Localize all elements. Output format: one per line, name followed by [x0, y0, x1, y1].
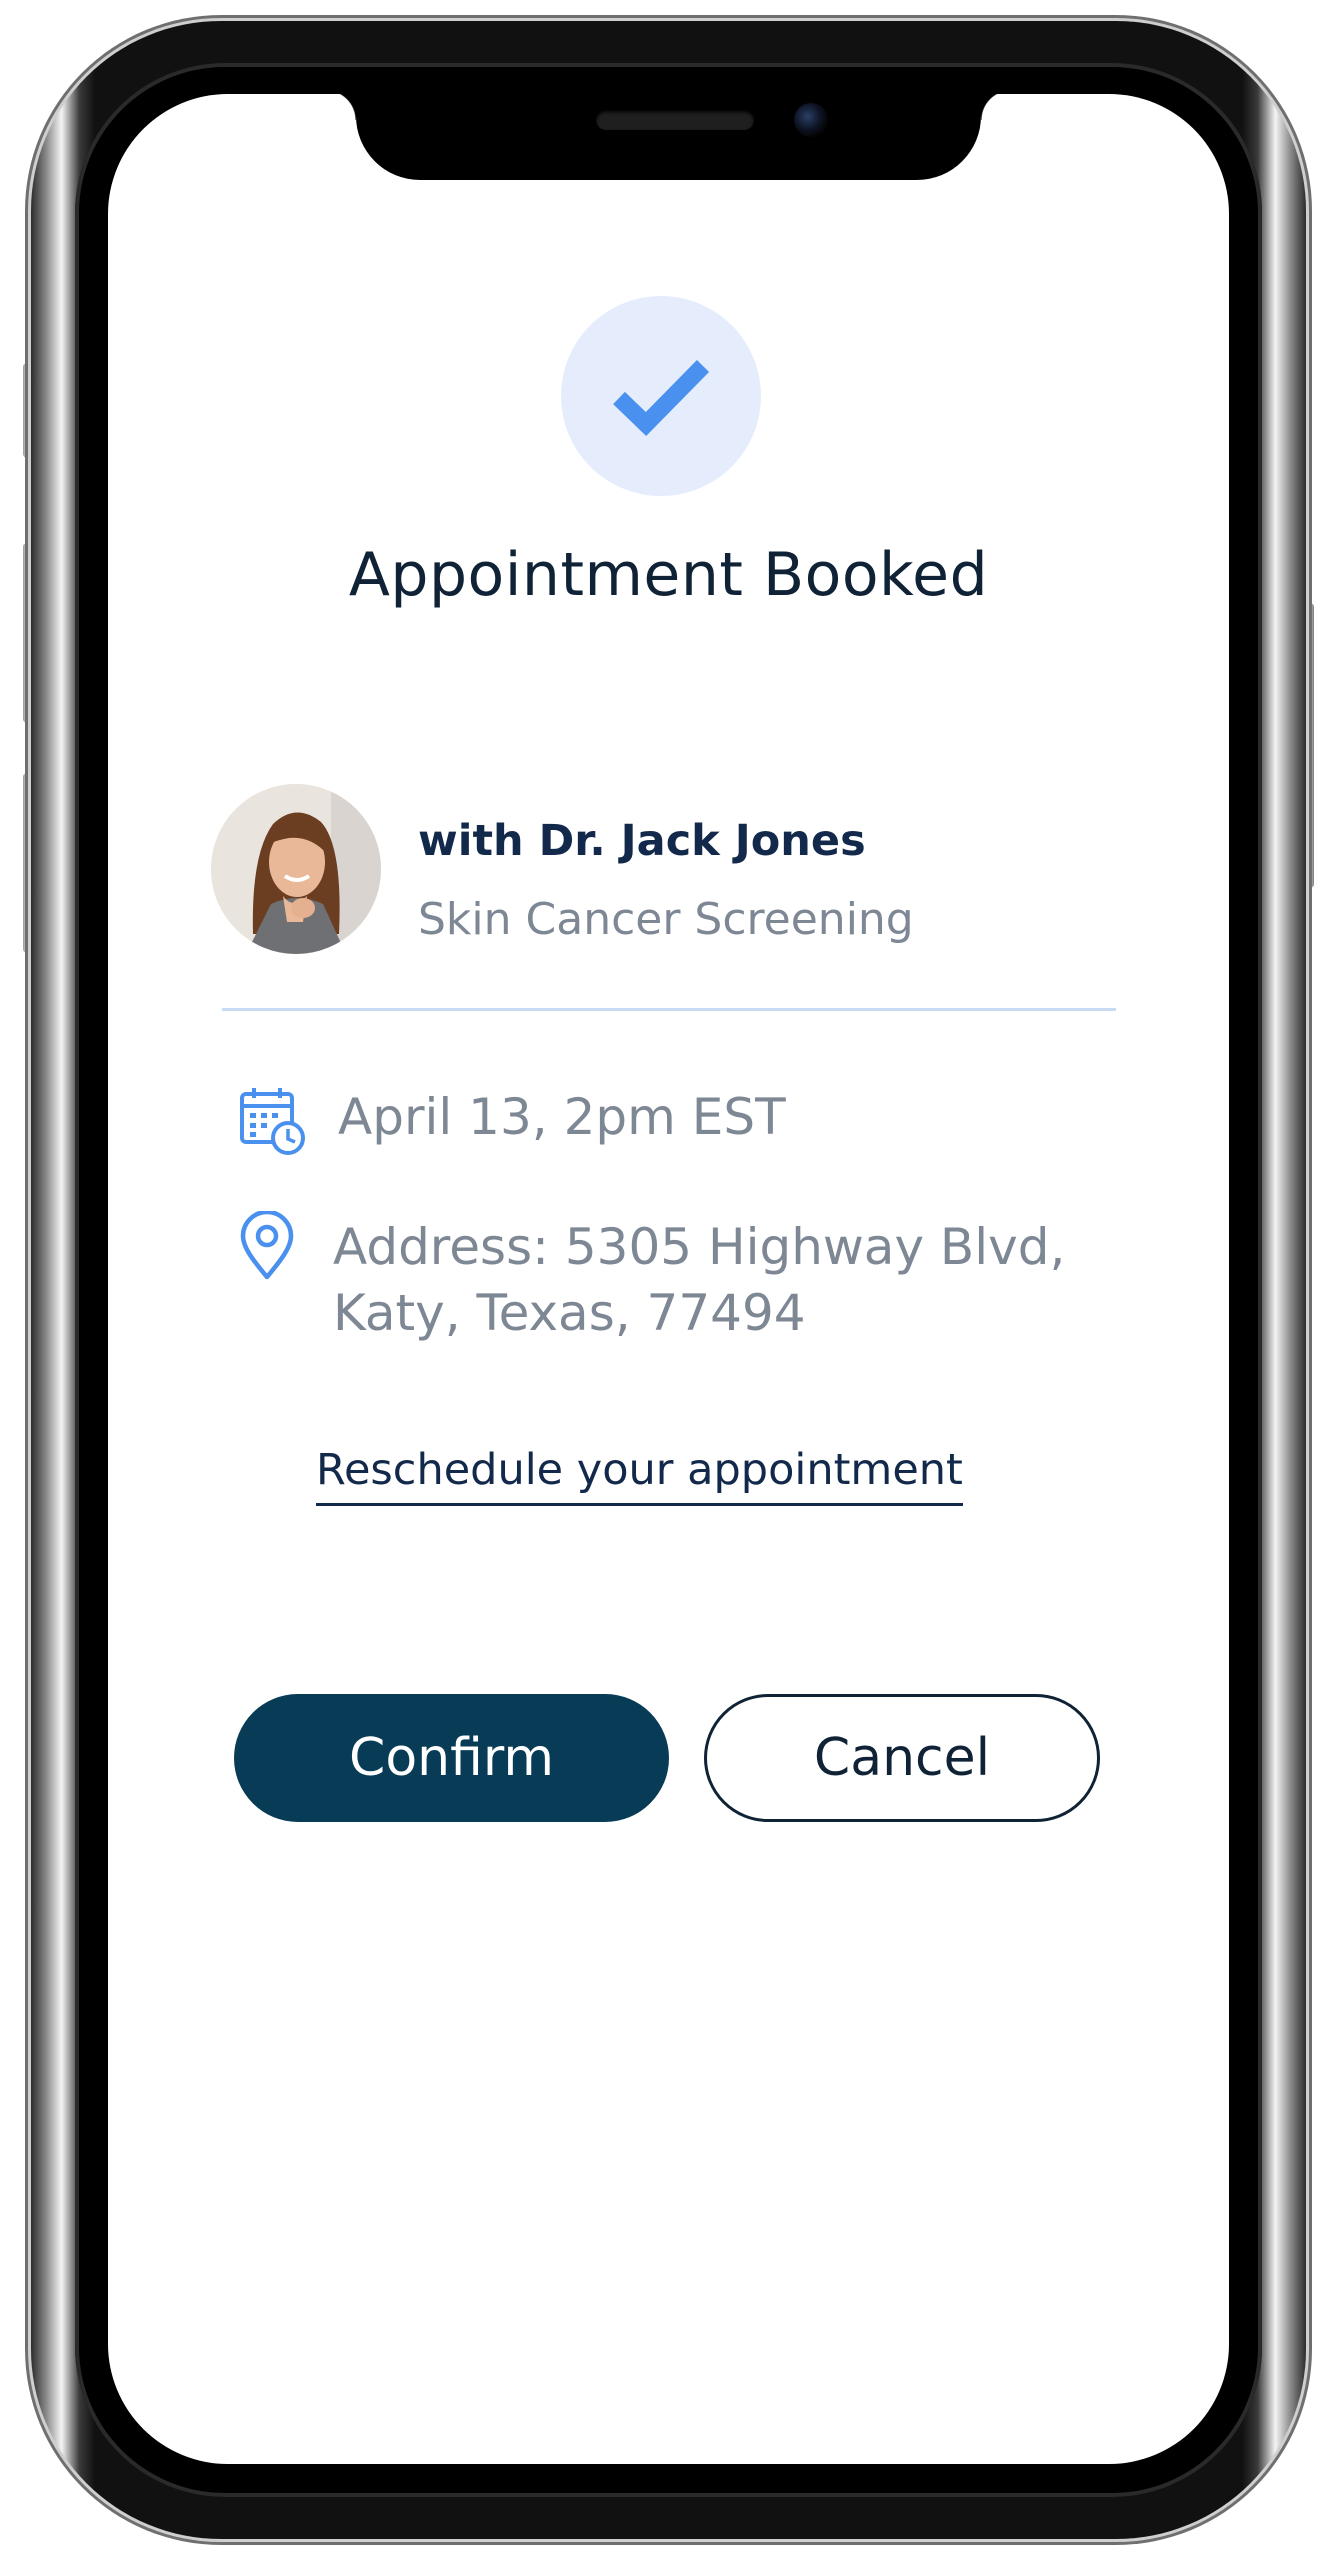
appointment-datetime: April 13, 2pm EST	[338, 1088, 786, 1146]
divider	[222, 1008, 1116, 1011]
doctor-name: with Dr. Jack Jones	[418, 816, 866, 866]
success-badge	[561, 296, 761, 496]
service-name: Skin Cancer Screening	[418, 894, 914, 945]
app-screen: Appointment Booked with Dr. Jack Jones S…	[108, 94, 1229, 2464]
cancel-button[interactable]: Cancel	[704, 1694, 1100, 1822]
check-icon	[613, 360, 710, 436]
location-pin-icon	[240, 1211, 294, 1280]
notch	[326, 94, 1011, 180]
doctor-avatar	[211, 784, 381, 954]
page-title: Appointment Booked	[348, 540, 989, 610]
reschedule-link[interactable]: Reschedule your appointment	[316, 1445, 963, 1506]
confirm-button[interactable]: Confirm	[234, 1694, 669, 1822]
calendar-clock-icon	[240, 1088, 305, 1155]
appointment-address-row: Address: 5305 Highway Blvd, Katy, Texas,…	[238, 1211, 1138, 1351]
appointment-address: Address: 5305 Highway Blvd, Katy, Texas,…	[333, 1214, 1065, 1346]
phone-mockup: Appointment Booked with Dr. Jack Jones S…	[0, 0, 1337, 2560]
appointment-datetime-row: April 13, 2pm EST	[238, 1084, 1138, 1164]
address-line-1: Address: 5305 Highway Blvd,	[333, 1218, 1066, 1276]
address-line-2: Katy, Texas, 77494	[333, 1284, 806, 1342]
doctor-card: with Dr. Jack Jones Skin Cancer Screenin…	[211, 784, 1111, 959]
front-camera	[794, 103, 828, 137]
speaker-grille	[596, 110, 754, 130]
